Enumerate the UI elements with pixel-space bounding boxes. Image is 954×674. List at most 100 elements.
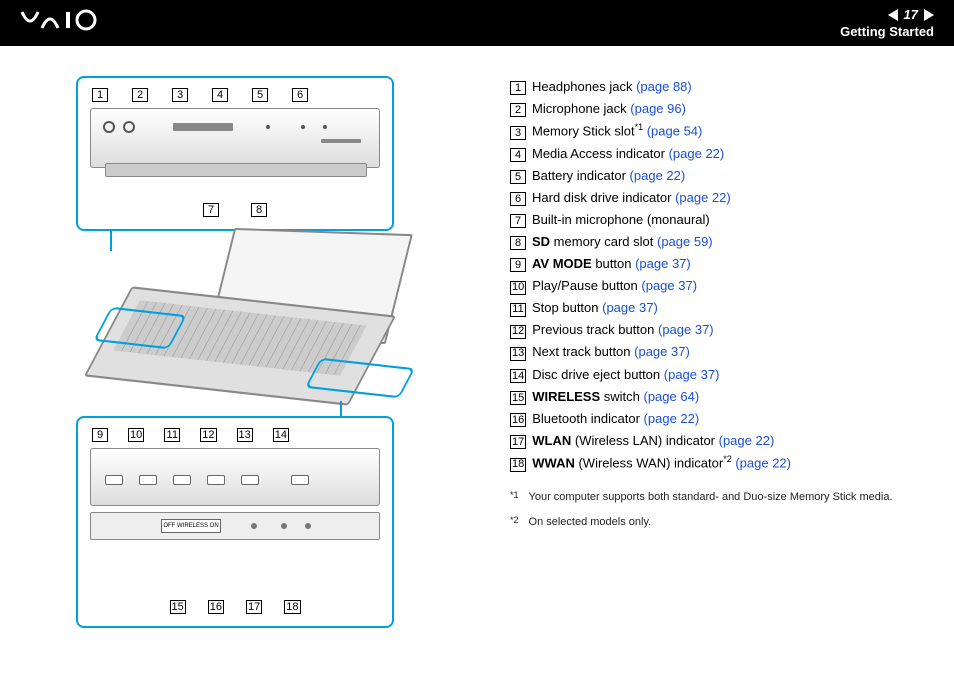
callouts-d2-bot: 15 16 17 18 (78, 600, 392, 622)
callouts-top-row: 1 2 3 4 5 6 (78, 78, 392, 102)
indicator-icon (266, 125, 270, 129)
legend-text: Headphones jack (page 88) (532, 76, 692, 98)
legend-item: 16Bluetooth indicator (page 22) (510, 408, 934, 430)
legend-item: 6 Hard disk drive indicator (page 22) (510, 187, 934, 209)
page-link[interactable]: (page 59) (657, 234, 713, 249)
page-link[interactable]: (page 37) (634, 344, 690, 359)
page-link[interactable]: (page 88) (636, 79, 692, 94)
wwan-indicator-icon (305, 523, 311, 529)
legend-text: WIRELESS switch (page 64) (532, 386, 699, 408)
wireless-switch-icon: OFF WIRELESS ON (161, 519, 221, 533)
footnote: *1Your computer supports both standard- … (510, 488, 934, 507)
page-link[interactable]: (page 37) (658, 322, 714, 337)
page-link[interactable]: (page 22) (669, 146, 725, 161)
legend-number: 7 (510, 214, 526, 228)
page-link[interactable]: (page 22) (719, 433, 775, 448)
memory-stick-slot-icon (173, 123, 233, 131)
legend-number: 8 (510, 236, 526, 250)
page-link[interactable]: (page 37) (664, 367, 720, 382)
legend-number: 12 (510, 325, 526, 339)
legend-text: Media Access indicator (page 22) (532, 143, 724, 165)
media-controls-strip (90, 448, 380, 506)
legend-item: 8SD memory card slot (page 59) (510, 231, 934, 253)
page-link[interactable]: (page 64) (644, 389, 700, 404)
legend-text: Play/Pause button (page 37) (532, 275, 697, 297)
section-title: Getting Started (840, 24, 934, 39)
legend-number: 3 (510, 126, 526, 140)
callout-14: 14 (273, 428, 289, 442)
legend-text: Microphone jack (page 96) (532, 98, 686, 120)
vaio-logo-svg (20, 8, 130, 32)
legend-item: 5Battery indicator (page 22) (510, 165, 934, 187)
wireless-strip: OFF WIRELESS ON (90, 512, 380, 540)
legend-text: Hard disk drive indicator (page 22) (532, 187, 731, 209)
bt-indicator-icon (251, 523, 257, 529)
callouts-d2-top: 9 10 11 12 13 14 (78, 418, 392, 442)
footnote: *2On selected models only. (510, 513, 934, 532)
page-link[interactable]: (page 54) (647, 124, 703, 139)
legend-number: 14 (510, 369, 526, 383)
indicator-icon (301, 125, 305, 129)
legend-column: 1Headphones jack (page 88) 2 Microphone ja… (470, 76, 934, 532)
page-number: 17 (904, 7, 918, 22)
legend-item: 11Stop button (page 37) (510, 297, 934, 319)
legend-number: 10 (510, 281, 526, 295)
legend-item: 12Previous track button (page 37) (510, 319, 934, 341)
prev-page-icon[interactable] (888, 9, 898, 21)
callout-17: 17 (246, 600, 262, 614)
page-link[interactable]: (page 22) (735, 455, 791, 470)
diagram-side-ports: 1 2 3 4 5 6 7 8 (76, 76, 394, 231)
page-link[interactable]: (page 96) (630, 101, 686, 116)
legend-number: 11 (510, 303, 526, 317)
legend-list: 1Headphones jack (page 88) 2 Microphone ja… (510, 76, 934, 474)
legend-text: Built-in microphone (monaural) (532, 209, 710, 231)
page-content: 1 2 3 4 5 6 7 8 (0, 46, 954, 532)
diagram-column: 1 2 3 4 5 6 7 8 (40, 76, 470, 532)
callout-6: 6 (292, 88, 308, 102)
legend-number: 6 (510, 192, 526, 206)
callout-15: 15 (170, 600, 186, 614)
avmode-btn-icon (105, 475, 123, 485)
vaio-logo (20, 8, 130, 39)
paginator: 17 Getting Started (840, 7, 934, 39)
page-link[interactable]: (page 22) (675, 190, 731, 205)
page-link[interactable]: (page 37) (635, 256, 691, 271)
legend-text: AV MODE button (page 37) (532, 253, 691, 275)
callout-13: 13 (237, 428, 253, 442)
legend-number: 16 (510, 413, 526, 427)
page-link[interactable]: (page 22) (630, 168, 686, 183)
callout-10: 10 (128, 428, 144, 442)
prev-btn-icon (207, 475, 225, 485)
page-link[interactable]: (page 37) (641, 278, 697, 293)
mic-jack-icon (123, 121, 135, 133)
callout-11: 11 (164, 428, 180, 442)
legend-number: 5 (510, 170, 526, 184)
callout-18: 18 (284, 600, 300, 614)
legend-item: 7 Built-in microphone (monaural) (510, 209, 934, 231)
legend-text: WWAN (Wireless WAN) indicator*2 (page 22… (532, 452, 791, 474)
next-page-icon[interactable] (924, 9, 934, 21)
callout-8: 8 (251, 203, 267, 217)
footnote-mark: *2 (510, 513, 519, 532)
play-btn-icon (139, 475, 157, 485)
footnotes: *1Your computer supports both standard- … (510, 488, 934, 531)
legend-number: 18 (510, 458, 526, 472)
legend-item: 17 WLAN (Wireless LAN) indicator (page 22… (510, 430, 934, 452)
legend-text: WLAN (Wireless LAN) indicator (page 22) (532, 430, 774, 452)
legend-number: 2 (510, 103, 526, 117)
legend-text: Memory Stick slot*1 (page 54) (532, 120, 702, 142)
page-link[interactable]: (page 22) (644, 411, 700, 426)
legend-item: 15WIRELESS switch (page 64) (510, 386, 934, 408)
connector-line (340, 401, 342, 416)
page-link[interactable]: (page 37) (602, 300, 658, 315)
legend-text: Next track button (page 37) (532, 341, 690, 363)
callout-16: 16 (208, 600, 224, 614)
legend-number: 9 (510, 258, 526, 272)
legend-item: 14Disc drive eject button (page 37) (510, 364, 934, 386)
legend-number: 17 (510, 435, 526, 449)
eject-btn-icon (291, 475, 309, 485)
legend-item: 4Media Access indicator (page 22) (510, 143, 934, 165)
next-btn-icon (241, 475, 259, 485)
headphone-jack-icon (103, 121, 115, 133)
legend-item: 1Headphones jack (page 88) (510, 76, 934, 98)
